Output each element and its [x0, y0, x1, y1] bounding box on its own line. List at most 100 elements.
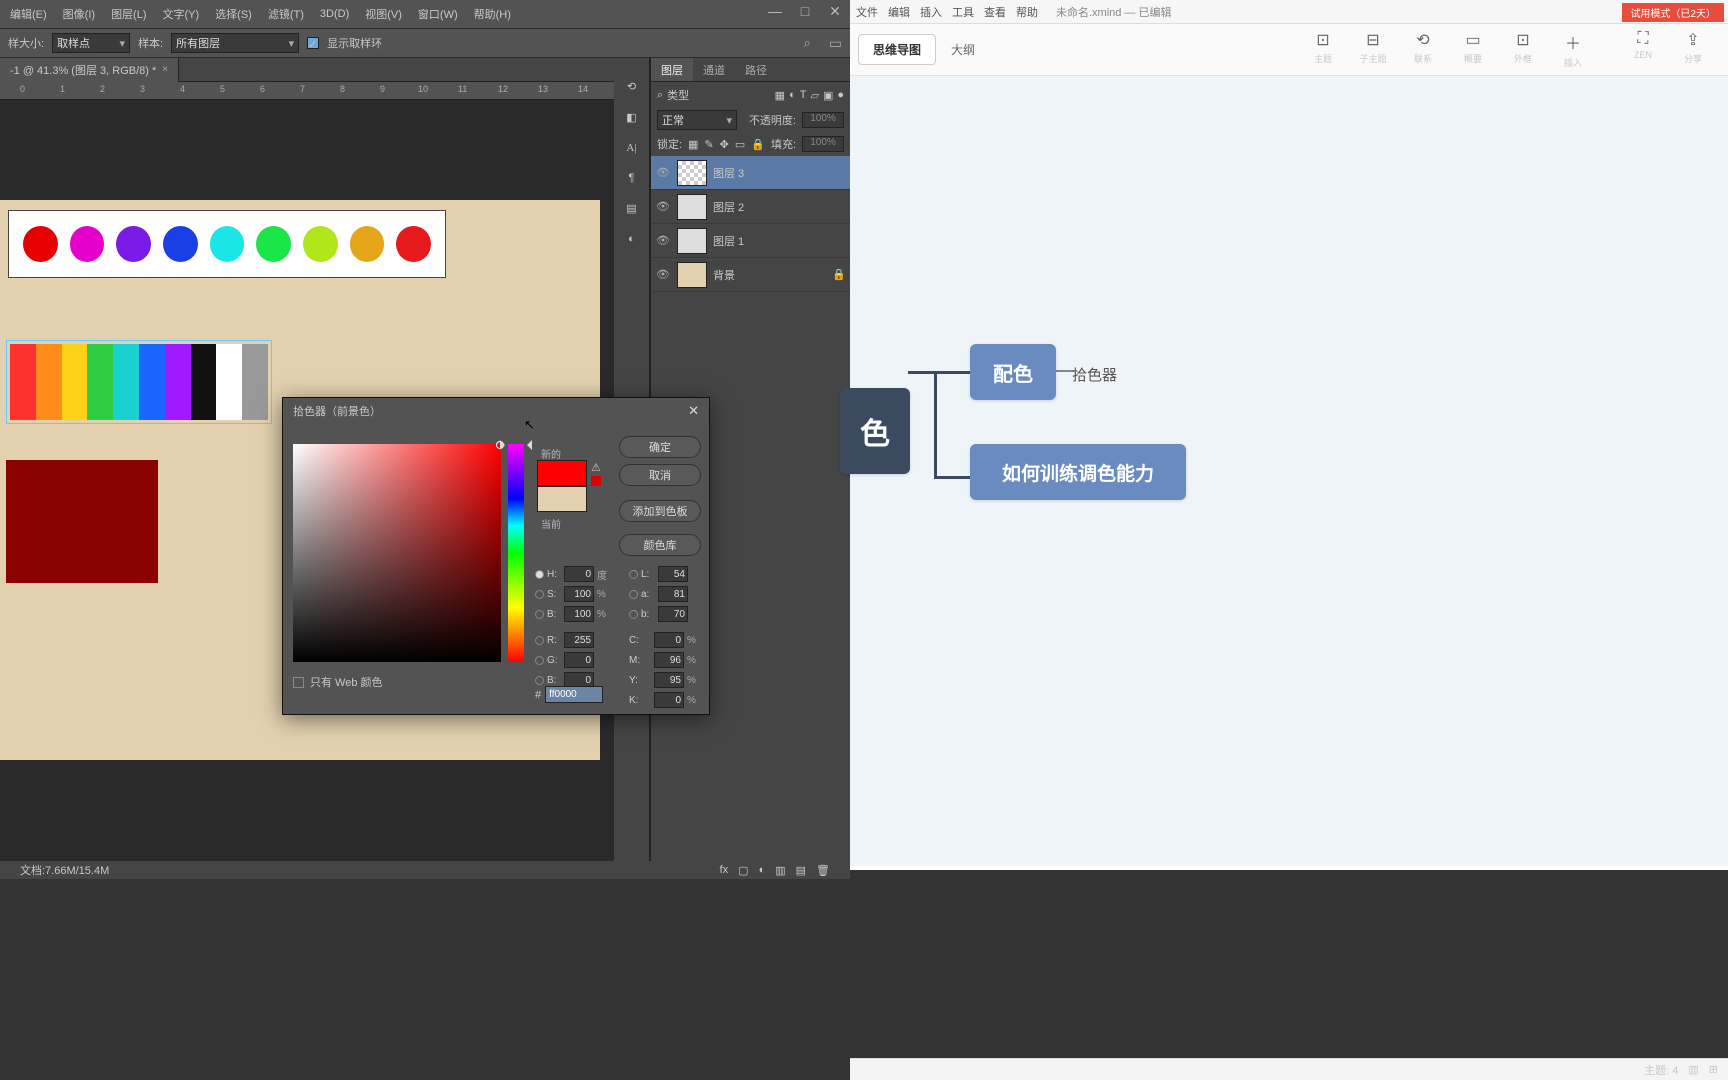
leaf-node[interactable]: 拾色器: [1072, 364, 1117, 385]
filter-smart-icon[interactable]: ▣: [823, 89, 833, 102]
lock-pixel-icon[interactable]: ✎: [704, 138, 713, 151]
maximize-icon[interactable]: □: [790, 0, 820, 22]
show-ring-checkbox[interactable]: ✓: [307, 37, 319, 49]
g-input[interactable]: [564, 652, 594, 668]
brush-icon[interactable]: ◐: [628, 233, 635, 245]
outline-toggle-icon[interactable]: ▥: [1688, 1063, 1698, 1076]
group-icon[interactable]: ▥: [775, 864, 785, 877]
menu-filter[interactable]: 滤镜(T): [262, 2, 310, 26]
tool-zen[interactable]: ⛶ZEN: [1618, 30, 1668, 69]
gamut-swatch[interactable]: [591, 476, 601, 486]
tool-insert[interactable]: ＋插入: [1548, 30, 1598, 69]
sample-layers-select[interactable]: 所有图层: [171, 33, 299, 53]
character-icon[interactable]: A|: [626, 142, 636, 154]
layer-item[interactable]: 👁 图层 3: [651, 156, 850, 190]
mask-icon[interactable]: ▢: [738, 864, 748, 877]
paragraph-icon[interactable]: ¶: [629, 172, 635, 184]
cancel-button[interactable]: 取消: [619, 464, 701, 486]
xm-menu-insert[interactable]: 插入: [920, 4, 942, 20]
lock-move-icon[interactable]: ✥: [720, 138, 729, 151]
filter-shape-icon[interactable]: ▱: [810, 89, 818, 102]
menu-image[interactable]: 图像(I): [57, 2, 101, 26]
filter-text-icon[interactable]: T: [800, 89, 807, 101]
radio-r[interactable]: [535, 636, 544, 645]
layer-item[interactable]: 👁 图层 1: [651, 224, 850, 258]
tool-share[interactable]: ⇪分享: [1668, 30, 1718, 69]
child-node-a[interactable]: 配色: [970, 344, 1056, 400]
saturation-brightness-field[interactable]: [293, 444, 501, 662]
radio-lb[interactable]: [629, 610, 638, 619]
menu-select[interactable]: 选择(S): [209, 2, 258, 26]
search-icon[interactable]: ⌕: [657, 89, 663, 102]
opacity-input[interactable]: 100%: [802, 112, 844, 128]
radio-l[interactable]: [629, 570, 638, 579]
menu-window[interactable]: 窗口(W): [412, 2, 464, 26]
filter-adjust-icon[interactable]: ◐: [789, 89, 796, 101]
r-input[interactable]: [564, 632, 594, 648]
visibility-icon[interactable]: 👁: [655, 268, 671, 281]
tool-boundary[interactable]: ⊡外框: [1498, 30, 1548, 69]
tool-relation[interactable]: ⟲联系: [1398, 30, 1448, 69]
trial-badge[interactable]: 试用模式（已2天）: [1622, 3, 1724, 22]
add-swatch-button[interactable]: 添加到色板: [619, 500, 701, 522]
radio-bv[interactable]: [535, 676, 544, 685]
layer-item[interactable]: 👁 图层 2: [651, 190, 850, 224]
tab-layers[interactable]: 图层: [651, 58, 693, 81]
history-icon[interactable]: ⟲: [627, 80, 636, 93]
close-icon[interactable]: ✕: [820, 0, 850, 22]
radio-s[interactable]: [535, 590, 544, 599]
filter-pixel-icon[interactable]: ▦: [775, 89, 785, 102]
adjust-icon[interactable]: ◐: [759, 864, 766, 877]
sample-size-select[interactable]: 取样点: [52, 33, 130, 53]
m-input[interactable]: [654, 652, 684, 668]
blend-mode-select[interactable]: 正常: [657, 110, 737, 130]
lock-trans-icon[interactable]: ▦: [688, 138, 698, 151]
ok-button[interactable]: 确定: [619, 436, 701, 458]
radio-a[interactable]: [629, 590, 638, 599]
menu-text[interactable]: 文字(Y): [157, 2, 206, 26]
fx-icon[interactable]: fx: [720, 864, 729, 877]
c-input[interactable]: [654, 632, 684, 648]
menu-help[interactable]: 帮助(H): [468, 2, 517, 26]
dialog-titlebar[interactable]: 拾色器（前景色） ✕: [283, 398, 709, 424]
hex-input[interactable]: [545, 686, 603, 703]
radio-h[interactable]: [535, 570, 544, 579]
h-input[interactable]: [564, 566, 594, 582]
tool-summary[interactable]: ▭概要: [1448, 30, 1498, 69]
xm-canvas[interactable]: 色 配色 拾色器 如何训练调色能力: [850, 76, 1728, 866]
web-only-checkbox[interactable]: [293, 677, 304, 688]
map-icon[interactable]: ⊞: [1709, 1063, 1718, 1076]
menu-edit[interactable]: 编辑(E): [4, 2, 53, 26]
hue-slider[interactable]: [508, 444, 524, 662]
tab-mindmap[interactable]: 思维导图: [858, 34, 936, 65]
radio-g[interactable]: [535, 656, 544, 665]
xm-menu-tools[interactable]: 工具: [952, 4, 974, 20]
fill-input[interactable]: 100%: [802, 136, 844, 152]
color-lib-button[interactable]: 颜色库: [619, 534, 701, 556]
tab-outline[interactable]: 大纲: [936, 34, 990, 65]
lb-input[interactable]: [658, 606, 688, 622]
trash-icon[interactable]: 🗑: [816, 864, 830, 877]
xm-menu-help[interactable]: 帮助: [1016, 4, 1038, 20]
library-icon[interactable]: ▤: [626, 202, 636, 215]
workspace-icon[interactable]: ▭: [829, 35, 842, 52]
layer-item[interactable]: 👁 背景 🔒: [651, 258, 850, 292]
gamut-warning-icon[interactable]: ⚠: [591, 461, 601, 474]
tab-close-icon[interactable]: ×: [162, 64, 168, 75]
tool-topic[interactable]: ⊡主题: [1298, 30, 1348, 69]
tool-subtopic[interactable]: ⊟子主题: [1348, 30, 1398, 69]
tab-paths[interactable]: 路径: [735, 58, 777, 81]
k-input[interactable]: [654, 692, 684, 708]
menu-layer[interactable]: 图层(L): [105, 2, 152, 26]
root-node[interactable]: 色: [840, 388, 910, 474]
minimize-icon[interactable]: —: [760, 0, 790, 22]
child-node-b[interactable]: 如何训练调色能力: [970, 444, 1186, 500]
visibility-icon[interactable]: 👁: [655, 200, 671, 213]
lock-all-icon[interactable]: 🔒: [751, 138, 765, 151]
a-input[interactable]: [658, 586, 688, 602]
doc-tab[interactable]: -1 @ 41.3% (图层 3, RGB/8) * ×: [0, 58, 179, 82]
xm-menu-view[interactable]: 查看: [984, 4, 1006, 20]
visibility-icon[interactable]: 👁: [655, 234, 671, 247]
b-input[interactable]: [564, 606, 594, 622]
properties-icon[interactable]: ◧: [626, 111, 636, 124]
